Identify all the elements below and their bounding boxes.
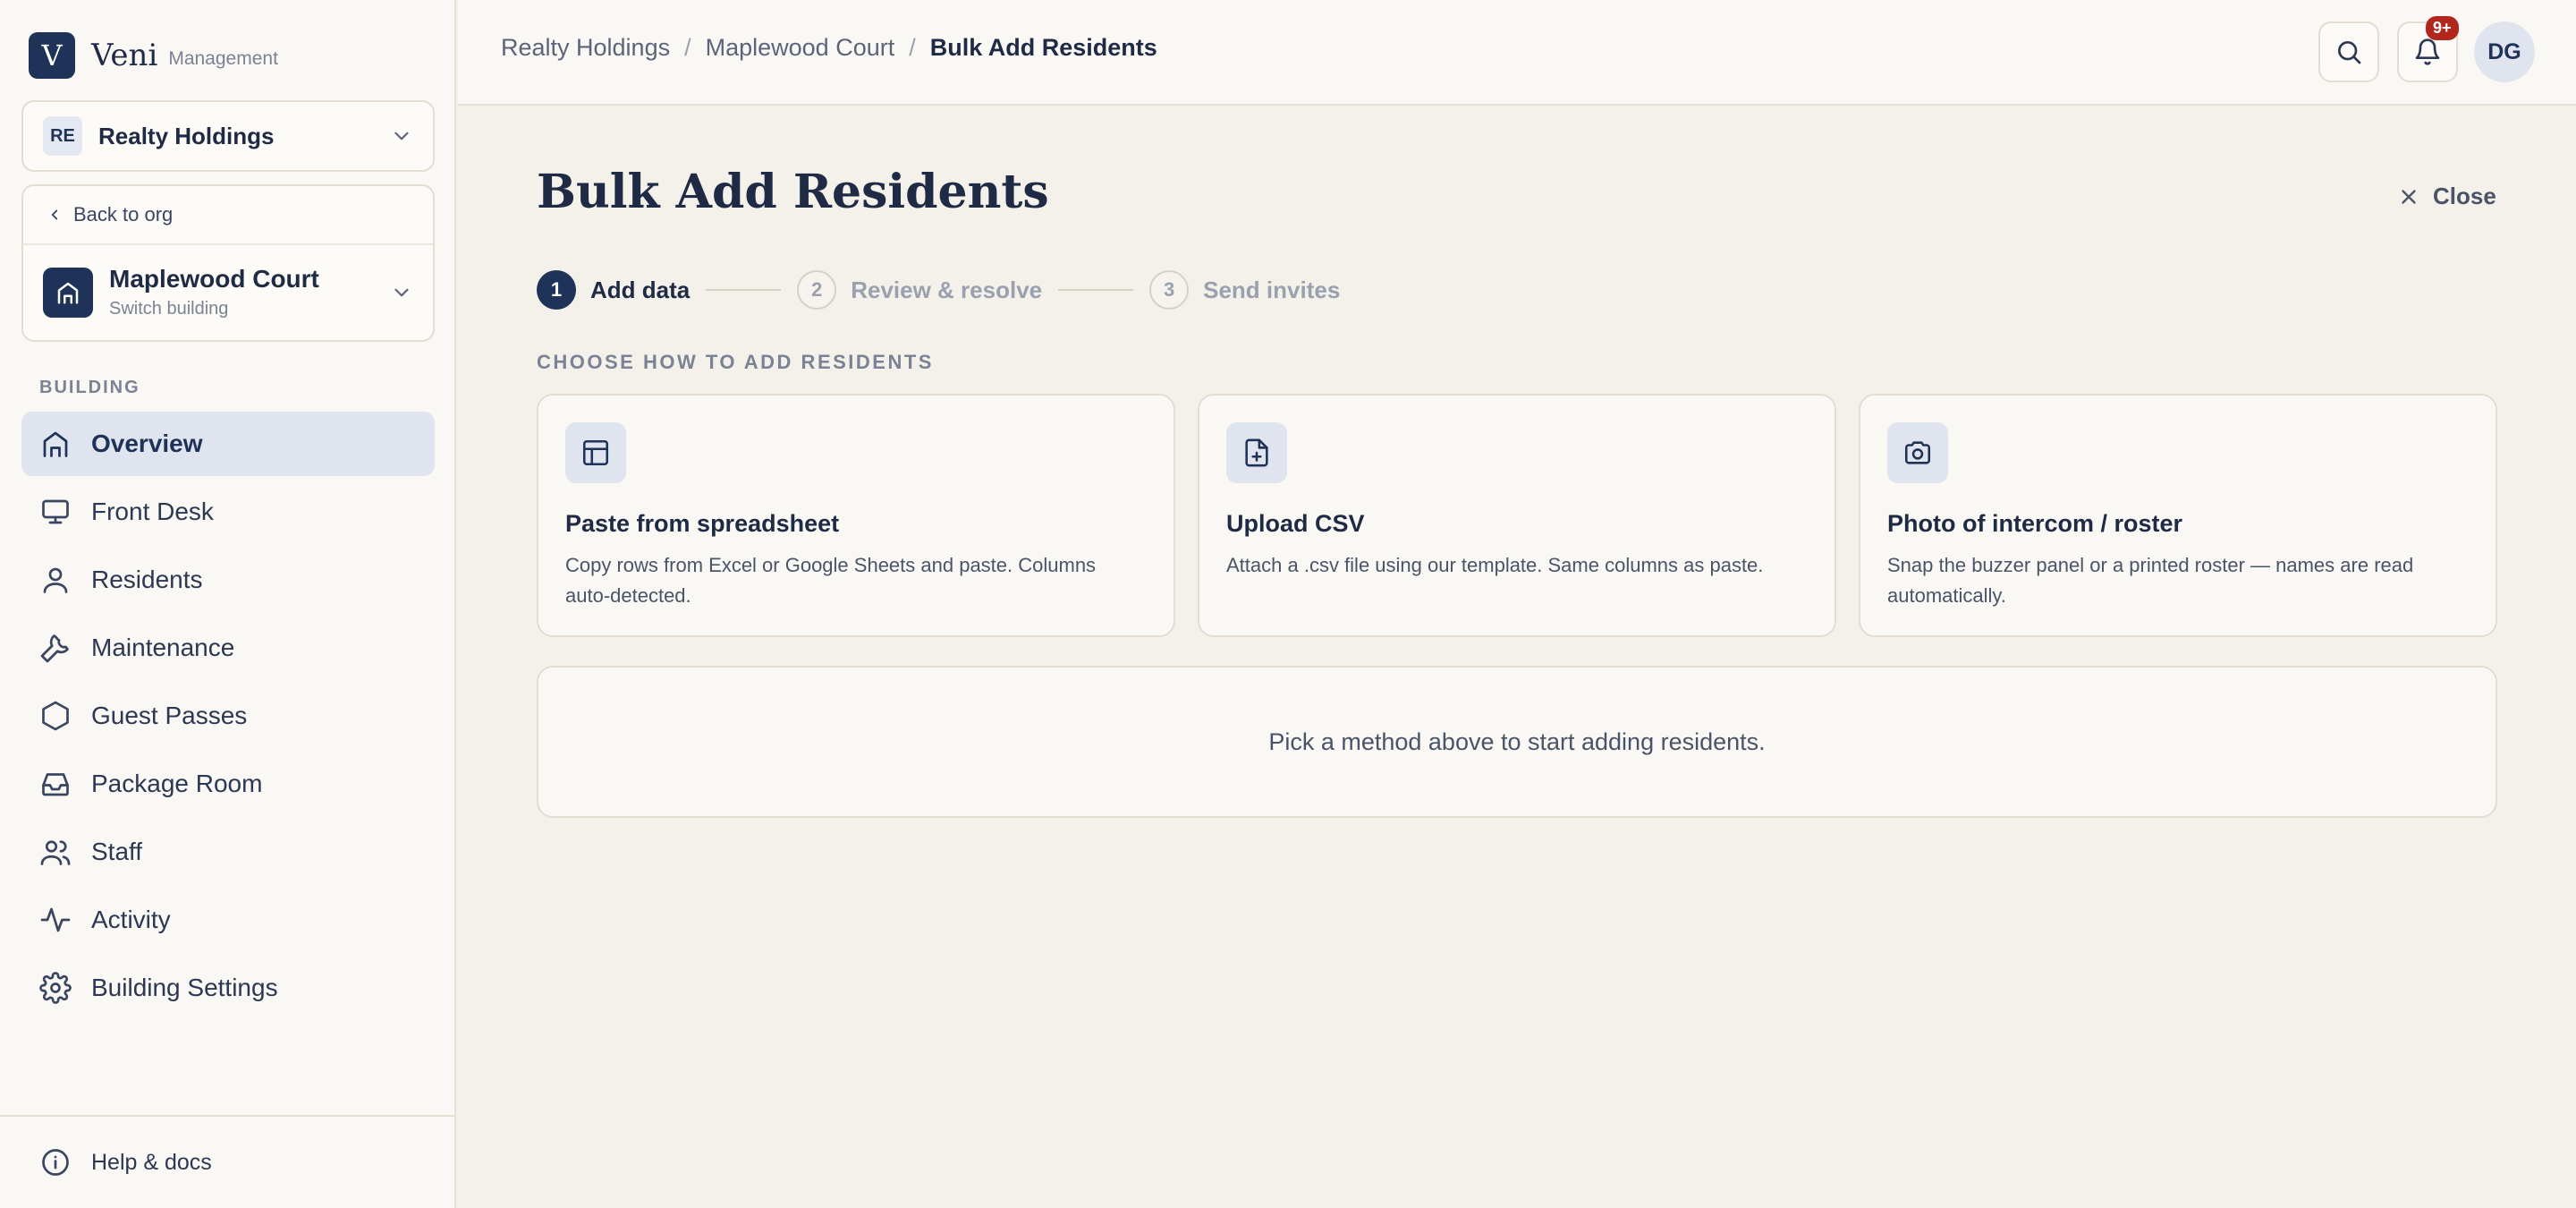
help-docs-link[interactable]: Help & docs bbox=[0, 1115, 454, 1208]
method-section-label: CHOOSE HOW TO ADD RESIDENTS bbox=[537, 351, 934, 373]
brand[interactable]: V Veni Management bbox=[29, 32, 278, 79]
step-review-resolve: 2 Review & resolve bbox=[797, 270, 1042, 310]
method-description: Attach a .csv file using our template. S… bbox=[1226, 554, 1764, 576]
org-switcher[interactable]: RE Realty Holdings bbox=[21, 100, 435, 172]
method-card-paste[interactable]: Paste from spreadsheet Copy rows from Ex… bbox=[537, 394, 1175, 637]
top-bar: Realty Holdings / Maplewood Court / Bulk… bbox=[458, 0, 2576, 106]
sidebar-item-building-settings[interactable]: Building Settings bbox=[21, 956, 435, 1020]
sidebar-item-label: Front Desk bbox=[91, 498, 214, 525]
method-description: Snap the buzzer panel or a printed roste… bbox=[1887, 554, 2414, 607]
sidebar-item-label: Package Room bbox=[91, 770, 263, 797]
org-name: Realty Holdings bbox=[98, 122, 275, 149]
sidebar-item-label: Maintenance bbox=[91, 634, 235, 661]
step-connector bbox=[706, 289, 782, 291]
chevron-left-icon bbox=[51, 209, 58, 220]
home-icon bbox=[43, 431, 68, 457]
sidebar-item-label: Guest Passes bbox=[91, 702, 248, 729]
table-icon bbox=[565, 422, 626, 483]
sidebar-nav: Overview Front Desk Residents Maintenanc… bbox=[21, 412, 435, 1024]
method-cards: Paste from spreadsheet Copy rows from Ex… bbox=[537, 394, 2497, 637]
nav-section-label: BUILDING bbox=[39, 378, 140, 397]
inbox-icon bbox=[42, 773, 69, 796]
hexagon-icon bbox=[42, 701, 69, 731]
sidebar-item-label: Staff bbox=[91, 838, 143, 865]
avatar[interactable]: DG bbox=[2474, 21, 2535, 82]
back-to-org-label: Back to org bbox=[73, 203, 174, 225]
search-button[interactable] bbox=[2318, 21, 2379, 82]
chevron-down-icon bbox=[394, 288, 409, 296]
brand-subtitle: Management bbox=[168, 48, 278, 69]
file-plus-icon bbox=[1226, 422, 1287, 483]
breadcrumb-separator: / bbox=[684, 34, 691, 61]
step-label: Send invites bbox=[1203, 276, 1341, 303]
building-name: Maplewood Court bbox=[109, 265, 319, 293]
close-label: Close bbox=[2433, 183, 2496, 209]
building-switcher[interactable]: Maplewood Court Switch building bbox=[23, 245, 433, 319]
search-icon bbox=[2338, 41, 2361, 64]
sidebar-item-label: Building Settings bbox=[91, 974, 278, 1001]
step-number: 3 bbox=[1149, 270, 1190, 310]
breadcrumb-org[interactable]: Realty Holdings bbox=[501, 34, 670, 62]
method-card-photo[interactable]: Photo of intercom / roster Snap the buzz… bbox=[1859, 394, 2497, 637]
camera-icon bbox=[1887, 422, 1948, 483]
user-icon bbox=[43, 567, 68, 593]
wrench-icon bbox=[40, 634, 69, 663]
step-add-data: 1 Add data bbox=[537, 270, 690, 310]
sidebar-item-guest-passes[interactable]: Guest Passes bbox=[21, 684, 435, 748]
breadcrumb-separator: / bbox=[909, 34, 916, 61]
sidebar-item-staff[interactable]: Staff bbox=[21, 820, 435, 884]
page-title: Bulk Add Residents bbox=[537, 165, 1049, 219]
close-button[interactable]: Close bbox=[2397, 183, 2496, 210]
empty-state-message: Pick a method above to start adding resi… bbox=[1268, 727, 1766, 755]
help-docs-label: Help & docs bbox=[91, 1149, 212, 1175]
info-icon bbox=[42, 1149, 69, 1176]
empty-state: Pick a method above to start adding resi… bbox=[537, 666, 2497, 818]
users-icon bbox=[40, 840, 71, 865]
sidebar-item-residents[interactable]: Residents bbox=[21, 548, 435, 612]
close-icon bbox=[2402, 189, 2416, 204]
sidebar-item-activity[interactable]: Activity bbox=[21, 888, 435, 952]
back-to-org-link[interactable]: Back to org bbox=[23, 186, 433, 245]
method-card-upload-csv[interactable]: Upload CSV Attach a .csv file using our … bbox=[1198, 394, 1836, 637]
method-description: Copy rows from Excel or Google Sheets an… bbox=[565, 554, 1097, 607]
sidebar-item-overview[interactable]: Overview bbox=[21, 412, 435, 476]
step-label: Review & resolve bbox=[851, 276, 1043, 303]
sidebar: V Veni Management RE Realty Holdings Bac… bbox=[0, 0, 456, 1208]
step-send-invites: 3 Send invites bbox=[1149, 270, 1340, 310]
stepper: 1 Add data 2 Review & resolve 3 Send inv… bbox=[537, 270, 1340, 310]
method-title: Paste from spreadsheet bbox=[565, 510, 840, 537]
step-number: 1 bbox=[537, 270, 576, 310]
notifications-badge: 9+ bbox=[2426, 16, 2459, 40]
breadcrumb: Realty Holdings / Maplewood Court / Bulk… bbox=[501, 34, 1157, 62]
sidebar-item-package-room[interactable]: Package Room bbox=[21, 752, 435, 816]
step-number: 2 bbox=[797, 270, 837, 310]
sidebar-item-front-desk[interactable]: Front Desk bbox=[21, 480, 435, 544]
step-label: Add data bbox=[590, 276, 691, 303]
gear-icon bbox=[39, 972, 72, 1004]
sidebar-item-maintenance[interactable]: Maintenance bbox=[21, 616, 435, 680]
breadcrumb-building[interactable]: Maplewood Court bbox=[706, 34, 895, 62]
method-title: Upload CSV bbox=[1226, 510, 1365, 537]
switch-building-label: Switch building bbox=[109, 299, 229, 319]
activity-icon bbox=[40, 907, 71, 932]
step-connector bbox=[1058, 289, 1134, 291]
method-title: Photo of intercom / roster bbox=[1887, 510, 2183, 537]
org-badge: RE bbox=[43, 116, 82, 156]
building-card: Back to org Maplewood Court Switch build… bbox=[21, 184, 435, 342]
brand-name: Veni bbox=[91, 38, 158, 73]
sidebar-item-label: Overview bbox=[91, 430, 203, 457]
monitor-icon bbox=[42, 499, 69, 524]
sidebar-item-label: Activity bbox=[91, 906, 171, 933]
building-icon bbox=[43, 267, 93, 318]
chevron-down-icon bbox=[394, 132, 409, 140]
sidebar-item-label: Residents bbox=[91, 566, 203, 593]
bell-icon bbox=[2415, 38, 2440, 65]
brand-logo: V bbox=[29, 32, 75, 79]
breadcrumb-current: Bulk Add Residents bbox=[929, 34, 1157, 61]
